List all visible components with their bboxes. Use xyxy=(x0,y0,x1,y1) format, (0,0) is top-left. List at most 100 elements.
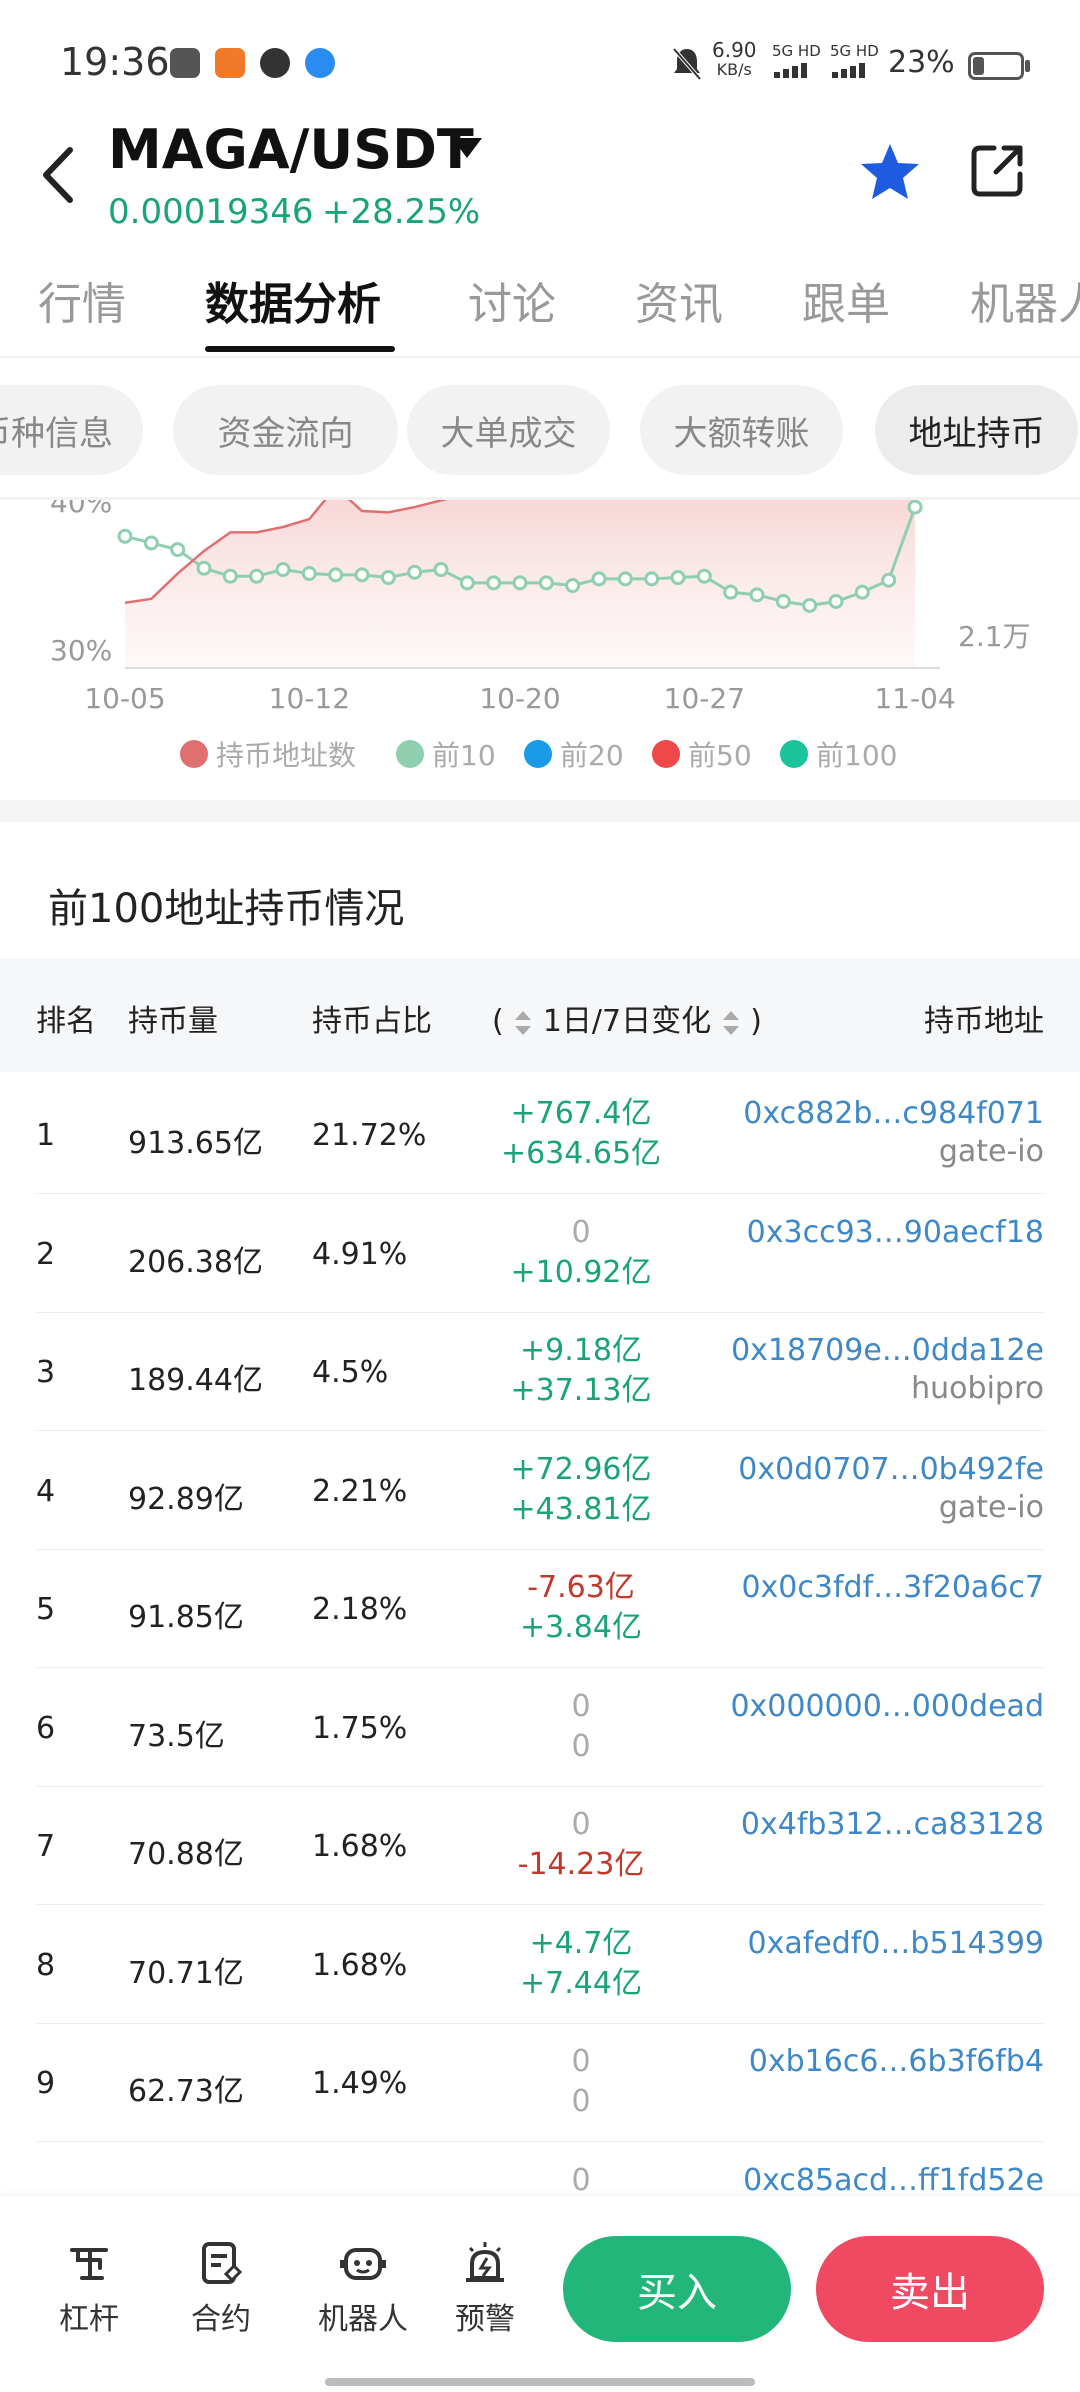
data-point xyxy=(459,575,475,591)
chip-large-trades[interactable]: 大单成交 xyxy=(407,385,610,475)
address-tag: gate-io xyxy=(938,1134,1044,1169)
ratio-cell: 1.68% xyxy=(312,1947,408,1983)
address-link[interactable]: 0x000000…000dead xyxy=(714,1687,1044,1727)
chip-coin-info[interactable]: 币种信息 xyxy=(0,385,143,475)
app-notification-icon xyxy=(215,48,245,78)
sell-button[interactable]: 卖出 xyxy=(816,2236,1044,2342)
change-cell: 00 xyxy=(436,1687,726,1767)
change-cell: 0 -14.23亿 xyxy=(436,1805,726,1885)
buy-button[interactable]: 买入 xyxy=(563,2236,791,2342)
address-tag: huobipro xyxy=(911,1371,1044,1406)
address-link[interactable]: 0x4fb312…ca83128 xyxy=(714,1805,1044,1845)
x-tick-label: 11-04 xyxy=(874,682,955,715)
legend-top50[interactable]: 前50 xyxy=(652,734,752,774)
data-point xyxy=(486,575,502,591)
data-point xyxy=(723,584,739,600)
change-7d: -14.23亿 xyxy=(517,1847,645,1882)
alarm-icon xyxy=(466,2242,504,2282)
change-7d: +3.84亿 xyxy=(520,1610,642,1645)
tab-robot[interactable]: 机器人 xyxy=(970,268,1080,332)
chip-fund-flow[interactable]: 资金流向 xyxy=(173,385,398,475)
table-row[interactable]: 2 206.38亿 4.91% 0 +10.92亿 0x3cc93…90aecf18 xyxy=(36,1193,1044,1313)
data-point xyxy=(854,584,870,600)
share-icon[interactable] xyxy=(968,140,1028,200)
change-1d: +72.96亿 xyxy=(510,1451,652,1487)
address-link[interactable]: 0x0c3fdf…3f20a6c7 xyxy=(714,1568,1044,1608)
back-arrow-icon[interactable] xyxy=(30,140,90,210)
chip-address-holdings[interactable]: 地址持币 xyxy=(875,385,1078,475)
battery-icon xyxy=(968,52,1024,80)
header-change[interactable]: ( 1日/7日变化 ) xyxy=(492,996,762,1040)
table-row[interactable]: 6 73.5亿 1.75% 0 0 0x000000…000dead xyxy=(36,1667,1044,1787)
ratio-cell: 4.5% xyxy=(312,1355,389,1390)
table-row[interactable]: 7 70.88亿 1.68% 0 -14.23亿 0x4fb312…ca83128 xyxy=(36,1785,1044,1905)
home-indicator[interactable] xyxy=(325,2378,755,2386)
alert-button[interactable]: 预警 xyxy=(430,2238,540,2338)
tab-discussion[interactable]: 讨论 xyxy=(468,268,556,332)
amount-cell: 73.5亿 xyxy=(128,1718,225,1754)
data-point xyxy=(117,528,133,544)
change-cell: +4.7亿 +7.44亿 xyxy=(436,1924,726,2004)
favorite-star-icon[interactable] xyxy=(858,140,922,204)
rank-cell: 3 xyxy=(36,1355,56,1390)
y-left-tick: 30% xyxy=(50,634,112,667)
legend-holders-count[interactable]: 持币地址数 xyxy=(180,734,356,774)
data-point xyxy=(380,570,396,586)
address-link[interactable]: 0x3cc93…90aecf18 xyxy=(714,1213,1044,1253)
price-change: +28.25% xyxy=(322,192,481,232)
chip-scroller[interactable]: 币种信息 资金流向 大单成交 大额转账 地址持币 xyxy=(0,385,1080,475)
address-link[interactable]: 0x18709e…0dda12e xyxy=(714,1331,1044,1371)
legend-top20[interactable]: 前20 xyxy=(524,734,624,774)
table-row[interactable]: 9 62.73亿 1.49% 0 0 0xb16c6…6b3f6fb4 xyxy=(36,2022,1044,2142)
change-7d: +634.65亿 xyxy=(500,1136,662,1171)
tab-market[interactable]: 行情 xyxy=(38,268,126,332)
data-point xyxy=(170,542,186,558)
legend-top100[interactable]: 前100 xyxy=(780,734,897,774)
table-row[interactable]: 0 0xc85acd…ff1fd52e xyxy=(36,2141,1044,2197)
table-row[interactable]: 1 913.65亿 21.72% +767.4亿 +634.65亿 0xc882b…c98… xyxy=(36,1074,1044,1194)
address-link[interactable]: 0xafedf0…b514399 xyxy=(714,1924,1045,1964)
pair-title[interactable]: MAGA/USDT xyxy=(108,118,474,181)
leverage-button[interactable]: 杠杆 xyxy=(34,2238,144,2338)
sort-icon[interactable] xyxy=(721,1008,741,1038)
chip-large-transfers[interactable]: 大额转账 xyxy=(640,385,843,475)
legend-top10[interactable]: 前10 xyxy=(396,734,496,774)
holders-table-body[interactable]: 1 913.65亿 21.72% +767.4亿 +634.65亿 0xc882b…c98… xyxy=(0,1074,1080,2196)
tab-active-indicator xyxy=(205,346,395,352)
table-row[interactable]: 5 91.85亿 2.18% -7.63亿 +3.84亿 0x0c3fdf…3f20a6c… xyxy=(36,1548,1044,1668)
address-link[interactable]: 0x0d0707…0b492fe xyxy=(714,1450,1044,1490)
change-1d: 0 xyxy=(571,2044,591,2079)
header-rank: 排名 xyxy=(36,1004,96,1039)
address-link[interactable]: 0xc85acd…ff1fd52e xyxy=(714,2161,1044,2197)
y-right-tick: 2.1万 xyxy=(958,620,1031,653)
rank-cell: 1 xyxy=(36,1118,56,1153)
sort-icon[interactable] xyxy=(513,1008,533,1038)
address-link[interactable]: 0xc882b…c984f071 xyxy=(714,1094,1044,1134)
change-cell: -7.63亿 +3.84亿 xyxy=(436,1568,726,1648)
section-gap xyxy=(0,800,1080,822)
app-notification-icon xyxy=(305,48,335,78)
pair-dropdown-icon[interactable] xyxy=(452,138,482,158)
change-7d: +7.44亿 xyxy=(520,1965,642,2001)
amount-cell: 62.73亿 xyxy=(128,2074,244,2109)
robot-button[interactable]: 机器人 xyxy=(298,2238,428,2338)
data-point xyxy=(512,575,528,591)
tab-data-analysis[interactable]: 数据分析 xyxy=(205,268,381,332)
amount-cell: 189.44亿 xyxy=(128,1363,263,1398)
table-row[interactable]: 4 92.89亿 2.21% +72.96亿 +43.81亿 0x0d0707…0b492… xyxy=(36,1430,1044,1550)
contract-button[interactable]: 合约 xyxy=(166,2238,276,2338)
robot-icon xyxy=(340,2248,386,2280)
mute-bell-icon xyxy=(672,47,702,81)
tab-copy-trading[interactable]: 跟单 xyxy=(802,268,890,332)
change-cell: 00 xyxy=(436,2042,726,2122)
tab-news[interactable]: 资讯 xyxy=(635,268,723,332)
address-link[interactable]: 0xb16c6…6b3f6fb4 xyxy=(714,2042,1044,2082)
app-notification-icon xyxy=(170,48,200,78)
change-1d: +767.4亿 xyxy=(510,1096,652,1131)
amount-cell: 91.85亿 xyxy=(128,1600,244,1635)
table-row[interactable]: 8 70.71亿 1.68% +4.7亿 +7.44亿 0xafedf0…b514399 xyxy=(36,1904,1044,2024)
change-1d: 0 xyxy=(571,1214,591,1250)
rank-cell: 4 xyxy=(36,1473,56,1509)
legend-dot xyxy=(396,740,424,768)
table-row[interactable]: 3 189.44亿 4.5% +9.18亿 +37.13亿 0x18709e…0dda12… xyxy=(36,1311,1044,1431)
